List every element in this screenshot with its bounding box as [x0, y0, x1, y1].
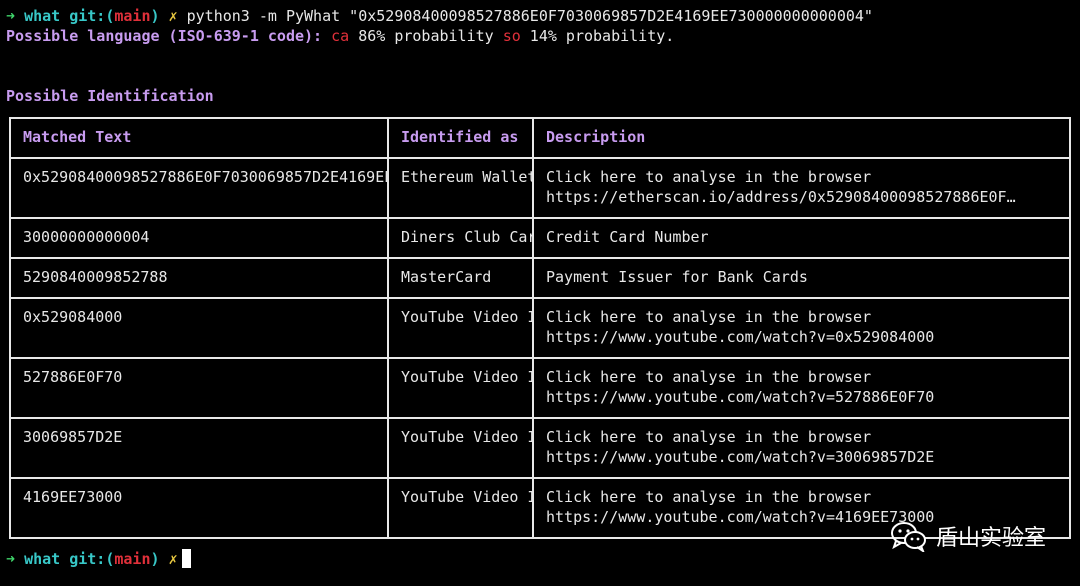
cell-identified-as: YouTube Video ID	[387, 357, 534, 419]
prompt-branch: main	[114, 550, 151, 568]
cell-description: Click here to analyse in the browser http…	[532, 417, 1071, 479]
description-link[interactable]: https://www.youtube.com/watch?v=0x529084…	[546, 327, 1057, 347]
prompt-git-suffix: )	[150, 7, 160, 25]
prompt-line-command: ➜ what git:(main) ✗ python3 -m PyWhat "0…	[6, 6, 873, 26]
prompt-git-prefix: git:(	[69, 7, 115, 25]
description-link[interactable]: https://www.youtube.com/watch?v=30069857…	[546, 447, 1057, 467]
description-line-1: Click here to analyse in the browser	[546, 308, 872, 326]
language-code-1: ca	[331, 27, 350, 45]
cell-identified-as: MasterCard	[387, 257, 534, 299]
cell-matched-text: 30069857D2E	[9, 417, 389, 479]
cell-matched-text: 5290840009852788	[9, 257, 389, 299]
cell-matched-text: 0x52908400098527886E0F7030069857D2E4169E…	[9, 157, 389, 219]
prompt-dirty-mark: ✗	[168, 7, 178, 25]
language-line: Possible language (ISO-639-1 code): ca 8…	[6, 26, 674, 46]
prompt-git-prefix: git:(	[69, 550, 115, 568]
description-line-1: Click here to analyse in the browser	[546, 368, 872, 386]
cell-identified-as: YouTube Video ID	[387, 417, 534, 479]
table-row: 527886E0F70 YouTube Video ID Click here …	[9, 357, 1071, 419]
section-title: Possible Identification	[6, 87, 214, 105]
cell-identified-as: YouTube Video ID	[387, 297, 534, 359]
prompt-line-idle: ➜ what git:(main) ✗	[6, 549, 191, 569]
table-header-row: Matched Text Identified as Description	[9, 117, 1071, 159]
cell-description: Payment Issuer for Bank Cards	[532, 257, 1071, 299]
language-prob-2: 14% probability.	[529, 27, 675, 45]
cell-matched-text: 4169EE73000	[9, 477, 389, 539]
prompt-arrow: ➜	[6, 7, 16, 25]
description-line-1: Credit Card Number	[546, 228, 709, 246]
language-prob-1: 86% probability	[358, 27, 494, 45]
description-line-1: Click here to analyse in the browser	[546, 488, 872, 506]
cell-description: Credit Card Number	[532, 217, 1071, 259]
cell-identified-as: Ethereum Wallet	[387, 157, 534, 219]
description-line-1: Click here to analyse in the browser	[546, 428, 872, 446]
cell-matched-text: 0x529084000	[9, 297, 389, 359]
header-identified-as: Identified as	[387, 117, 534, 159]
prompt-directory: what	[24, 550, 61, 568]
cell-description: Click here to analyse in the browser http…	[532, 357, 1071, 419]
language-label: Possible language (ISO-639-1 code):	[6, 27, 323, 45]
cell-description: Click here to analyse in the browser http…	[532, 297, 1071, 359]
cell-matched-text: 527886E0F70	[9, 357, 389, 419]
table-row: 30000000000004 Diners Club Card Credit C…	[9, 217, 1071, 259]
prompt-directory: what	[24, 7, 61, 25]
prompt-dirty-mark: ✗	[168, 550, 178, 568]
description-link[interactable]: https://www.youtube.com/watch?v=527886E0…	[546, 387, 1057, 407]
watermark-text: 盾山实验室	[935, 526, 1046, 551]
terminal-cursor[interactable]	[181, 549, 191, 568]
cell-description: Click here to analyse in the browser http…	[532, 157, 1071, 219]
results-table: Matched Text Identified as Description 0…	[9, 117, 1071, 539]
wechat-icon	[890, 520, 928, 552]
cell-identified-as: YouTube Video ID	[387, 477, 534, 539]
table-row: 0x529084000 YouTube Video ID Click here …	[9, 297, 1071, 359]
language-code-2: so	[502, 27, 521, 45]
command-text: python3 -m PyWhat "0x52908400098527886E0…	[186, 7, 873, 25]
description-link[interactable]: https://etherscan.io/address/0x529084000…	[546, 187, 1057, 207]
prompt-branch: main	[114, 7, 151, 25]
description-line-1: Click here to analyse in the browser	[546, 168, 872, 186]
prompt-arrow: ➜	[6, 550, 16, 568]
cell-identified-as: Diners Club Card	[387, 217, 534, 259]
header-description: Description	[532, 117, 1071, 159]
table-row: 5290840009852788 MasterCard Payment Issu…	[9, 257, 1071, 299]
watermark: 盾山实验室	[890, 520, 1046, 552]
description-line-1: Payment Issuer for Bank Cards	[546, 268, 808, 286]
table-row: 0x52908400098527886E0F7030069857D2E4169E…	[9, 157, 1071, 219]
prompt-git-suffix: )	[150, 550, 160, 568]
table-row: 30069857D2E YouTube Video ID Click here …	[9, 417, 1071, 479]
header-matched-text: Matched Text	[9, 117, 389, 159]
cell-matched-text: 30000000000004	[9, 217, 389, 259]
